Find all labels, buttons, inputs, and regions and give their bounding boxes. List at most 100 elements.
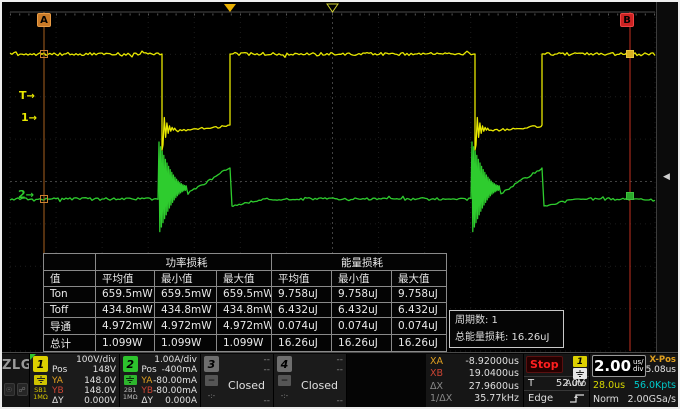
cursor-b-ch1-marker xyxy=(627,51,634,58)
trigger-panel[interactable]: Stop 1 Auto T 52.0V Edge xyxy=(524,354,590,407)
table-col-header: 平均值 xyxy=(272,271,332,287)
xa-value: -8.92000us xyxy=(465,356,519,368)
touch-drag-icon[interactable]: ☍ xyxy=(17,383,28,396)
ch1-position-marker[interactable]: 1→ xyxy=(21,111,37,124)
measurement-value: 4.972mW xyxy=(96,318,155,335)
stop-indicator[interactable]: Stop xyxy=(526,356,563,373)
measurement-value: 4.972mW xyxy=(155,318,217,335)
ch3-coupling-label: -:- xyxy=(208,392,215,400)
ch3-dash: -- xyxy=(264,365,271,375)
ch2-ya: -80.00mA xyxy=(153,376,197,386)
measurement-value: 0.074uJ xyxy=(332,318,392,335)
table-col-header: 最大值 xyxy=(217,271,272,287)
x-position-readout: X-Pos 5.08us xyxy=(646,355,677,378)
xb-label: XB xyxy=(430,368,443,380)
ch2-pos-label: Pos xyxy=(141,365,156,375)
measurement-value: 16.26uJ xyxy=(392,335,447,352)
cursor-b-ch2-marker xyxy=(627,193,634,200)
trigger-level-marker[interactable]: T→ xyxy=(19,89,35,102)
ch3-dash: -- xyxy=(264,355,271,365)
touch-gesture-icon[interactable]: ☉ xyxy=(4,383,15,396)
measurement-value: 1.099W xyxy=(155,335,217,352)
cursor-a-badge[interactable]: A xyxy=(37,13,51,27)
ch2-position-marker[interactable]: 2→ xyxy=(18,188,34,201)
ch2-badge[interactable]: 2 xyxy=(123,356,138,372)
measurement-value: 0.074uJ xyxy=(272,318,332,335)
ch2-scale: 1.00A/div xyxy=(154,355,197,365)
ch1-pos-label: Pos xyxy=(52,365,67,375)
measurement-value: 1.099W xyxy=(217,335,272,352)
dx-label: ΔX xyxy=(430,381,443,393)
channel2-panel[interactable]: 2 2B11MΩ 1.00A/div Pos-400mA YA-80.00mA … xyxy=(120,354,201,407)
timebase-scale: 2.00 xyxy=(594,357,631,375)
ch4-badge[interactable]: 4 xyxy=(277,356,292,372)
trigger-level-row[interactable]: T 52.0V xyxy=(524,377,589,391)
ch2-dy: 0.000A xyxy=(165,396,197,406)
channel1-panel[interactable]: 1 SB11MΩ 100V/div Pos148V YA148.0V YB148… xyxy=(30,354,120,407)
row-label: 导通 xyxy=(44,318,96,335)
rising-edge-icon xyxy=(569,393,585,404)
center-position-marker xyxy=(327,4,338,12)
acquire-mode: Norm xyxy=(593,393,619,407)
measurement-value: 6.432uJ xyxy=(332,302,392,318)
sample-rate: 2.00GSa/s xyxy=(627,393,676,407)
row-label: Toff xyxy=(44,302,96,318)
ch1-yb-label: YB xyxy=(52,386,64,396)
table-col-header: 平均值 xyxy=(96,271,155,287)
table-col-header: 值 xyxy=(44,271,96,287)
ch4-dash: -- xyxy=(337,365,344,375)
trigger-source-badge[interactable]: 1 xyxy=(573,356,587,367)
measurement-value: 1.099W xyxy=(96,335,155,352)
measurement-value: 6.432uJ xyxy=(272,302,332,318)
ch4-dash: -- xyxy=(337,396,344,406)
trigger-level-value: 52.0V xyxy=(556,378,585,389)
timebase-scale-box[interactable]: 2.00 us/div xyxy=(592,355,646,377)
measurement-value: 4.972mW xyxy=(217,318,272,335)
cursor-readout-panel[interactable]: XA-8.92000us XB19.0400us ΔX27.9600us 1/Δ… xyxy=(426,354,524,407)
ch1-dy: 0.000V xyxy=(84,396,116,406)
measurement-value: 16.26uJ xyxy=(332,335,392,352)
table-row: Ton659.5mW659.5mW659.5mW9.758uJ9.758uJ9.… xyxy=(44,287,447,303)
measurement-value: 9.758uJ xyxy=(332,287,392,303)
ch1-ya-label: YA xyxy=(52,376,63,386)
panel-expand-icon[interactable]: ◀ xyxy=(663,172,670,182)
ch3-badge[interactable]: 3 xyxy=(204,356,219,372)
timebase-panel[interactable]: 2.00 us/div X-Pos 5.08us 28.0us 56.0Kpts… xyxy=(590,354,680,407)
ch1-trace xyxy=(10,51,655,150)
cursor-b-badge[interactable]: B xyxy=(620,13,634,27)
logo-block: ZLG ☉ ☍ xyxy=(2,354,30,407)
ch1-ya: 148.0V xyxy=(84,376,116,386)
ch1-probe-label: SB11MΩ xyxy=(33,387,48,401)
measurement-value: 434.8mW xyxy=(217,302,272,318)
row-label: 总计 xyxy=(44,335,96,352)
ch2-probe-label: 2B11MΩ xyxy=(123,387,138,401)
table-col-header: 最大值 xyxy=(392,271,447,287)
memory-depth: 56.0Kpts xyxy=(634,379,676,393)
energy-tooltip: 周期数: 1 总能量损耗: 16.26uJ xyxy=(449,310,564,348)
table-row: 总计1.099W1.099W1.099W16.26uJ16.26uJ16.26u… xyxy=(44,335,447,352)
table-col-header: 最小值 xyxy=(332,271,392,287)
xb-value: 19.0400us xyxy=(469,368,519,380)
trigger-type-row[interactable]: Edge xyxy=(524,391,589,405)
table-row: 导通4.972mW4.972mW4.972mW0.074uJ0.074uJ0.0… xyxy=(44,318,447,335)
measurement-value: 434.8mW xyxy=(96,302,155,318)
oscilloscope-screen: A B T→ 1→ 2→ 功率损耗能量损耗值平均值最小值最大值平均值最小值最大值… xyxy=(0,0,680,409)
table-col-header: 最小值 xyxy=(155,271,217,287)
ch1-notch xyxy=(30,354,36,360)
ch3-dash: -- xyxy=(264,396,271,406)
ch2-pos: -400mA xyxy=(162,365,197,375)
table-group-header: 功率损耗 xyxy=(96,254,272,271)
ch4-coupling-icon: − xyxy=(278,375,291,386)
measurement-value: 16.26uJ xyxy=(272,335,332,352)
measurement-value: 6.432uJ xyxy=(392,302,447,318)
ch2-dy-label: ΔY xyxy=(141,396,153,406)
right-side-strip: ◀ xyxy=(656,2,680,352)
channel3-panel[interactable]: 3 − -:- -- -- Closed -- xyxy=(201,354,274,407)
row-label: Ton xyxy=(44,287,96,303)
ch2-ground-icon xyxy=(124,375,137,385)
trigger-position-marker xyxy=(224,4,236,12)
measurement-value: 659.5mW xyxy=(217,287,272,303)
tooltip-period: 周期数: 1 xyxy=(455,312,558,329)
channel4-panel[interactable]: 4 − -:- -- -- Closed -- xyxy=(274,354,347,407)
ch1-ground-icon xyxy=(34,375,47,385)
